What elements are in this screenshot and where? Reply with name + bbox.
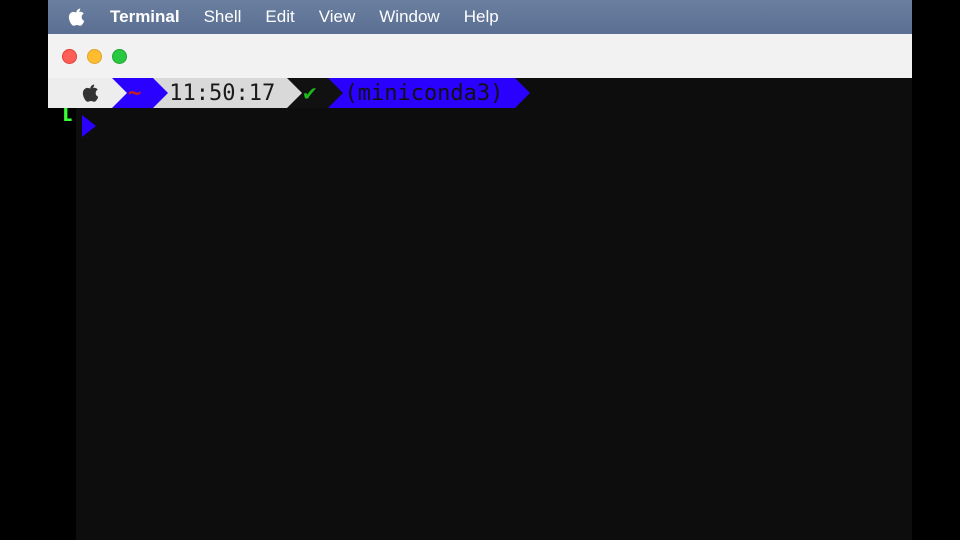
apple-logo-icon[interactable] (68, 7, 86, 27)
prompt-time: 11:50:17 (169, 81, 275, 106)
prompt-segment-os (48, 78, 112, 108)
prompt-caret-icon (82, 115, 96, 137)
window-minimize-button[interactable] (87, 49, 102, 64)
prompt-cwd: ~ (128, 81, 141, 106)
apple-os-icon (82, 83, 100, 103)
menubar-app-name[interactable]: Terminal (110, 7, 180, 27)
terminal-window: [ ~ 11:50:17 ✔ (48, 34, 912, 540)
chevron-right-icon (515, 78, 530, 108)
checkmark-icon: ✔ (303, 81, 316, 106)
menubar-item-shell[interactable]: Shell (204, 7, 242, 27)
menubar-item-edit[interactable]: Edit (265, 7, 294, 27)
prompt-segment-time: 11:50:17 (153, 78, 287, 108)
macos-menubar: Terminal Shell Edit View Window Help (48, 0, 912, 34)
menubar-item-view[interactable]: View (319, 7, 356, 27)
chevron-right-icon (153, 78, 168, 108)
chevron-right-icon (287, 78, 302, 108)
chevron-right-icon (328, 78, 343, 108)
shell-prompt: ~ 11:50:17 ✔ (miniconda3) (48, 78, 912, 108)
window-titlebar[interactable] (48, 34, 912, 78)
prompt-env: (miniconda3) (344, 81, 503, 106)
chevron-right-icon (112, 78, 127, 108)
terminal-body[interactable]: [ ~ 11:50:17 ✔ (48, 78, 912, 540)
menubar-item-window[interactable]: Window (379, 7, 439, 27)
window-close-button[interactable] (62, 49, 77, 64)
menubar-item-help[interactable]: Help (464, 7, 499, 27)
window-zoom-button[interactable] (112, 49, 127, 64)
prompt-segment-env: (miniconda3) (328, 78, 515, 108)
command-input-line[interactable] (82, 112, 96, 140)
